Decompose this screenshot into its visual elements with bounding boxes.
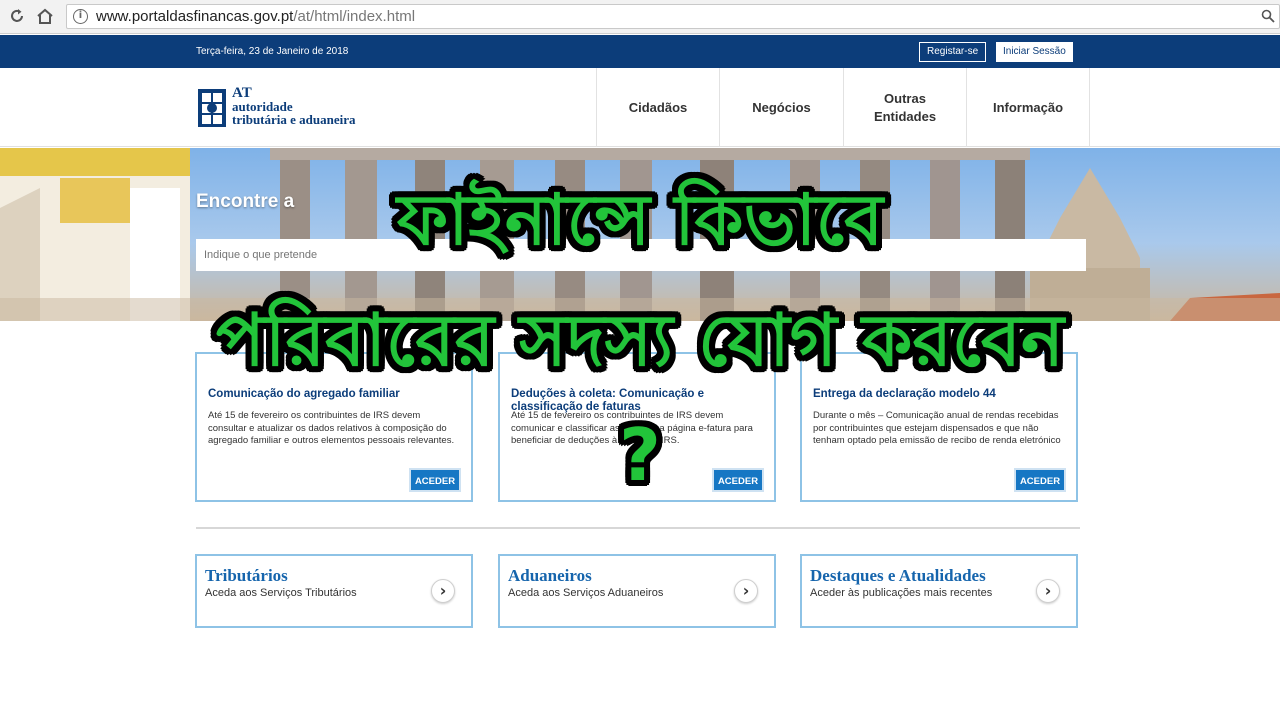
chevron-right-icon[interactable]: › [431, 579, 455, 603]
overlay-title-line1: ফাইনান্সে কিভাবে [396, 179, 884, 261]
section-divider [196, 527, 1080, 529]
service-title: Destaques e Atualidades [810, 566, 986, 585]
home-icon[interactable] [34, 5, 56, 27]
service-title: Aduaneiros [508, 566, 592, 585]
top-bar: Terça-feira, 23 de Janeiro de 2018 Regis… [0, 35, 1280, 68]
service-subtitle: Aceder às publicações mais recentes [810, 587, 993, 599]
url-path: /at/html/index.html [293, 8, 416, 25]
chevron-right-icon[interactable]: › [1036, 579, 1060, 603]
service-subtitle: Aceda aos Serviços Aduaneiros [508, 587, 664, 599]
logo-emblem-icon [198, 89, 226, 127]
current-date: Terça-feira, 23 de Janeiro de 2018 [196, 46, 349, 57]
chevron-right-icon[interactable]: › [734, 579, 758, 603]
nav-item-negocios[interactable]: Negócios [719, 68, 843, 147]
nav-item-outras-entidades[interactable]: Outras Entidades [843, 68, 966, 147]
site-logo[interactable]: AT autoridade tributária e aduaneira [196, 85, 356, 131]
site-header: AT autoridade tributária e aduaneira Cid… [0, 68, 1280, 147]
nav-item-informacao[interactable]: Informação [966, 68, 1090, 147]
logo-line2: tributária e aduaneira [232, 112, 356, 127]
login-button[interactable]: Iniciar Sessão [996, 42, 1073, 62]
nav-item-cidadaos[interactable]: Cidadãos [596, 68, 719, 147]
logo-text: AT autoridade tributária e aduaneira [232, 85, 356, 127]
zoom-icon[interactable] [1261, 9, 1275, 27]
address-bar[interactable]: i www.portaldasfinancas.gov.pt/at/html/i… [66, 4, 1280, 29]
service-card-tributarios[interactable]: Tributários Aceda aos Serviços Tributári… [195, 554, 473, 628]
browser-toolbar: i www.portaldasfinancas.gov.pt/at/html/i… [0, 0, 1280, 34]
register-button[interactable]: Registar-se [919, 42, 987, 62]
overlay-title-line2: পরিবারের সদস্য যোগ করবেন [216, 298, 1064, 382]
url-text: www.portaldasfinancas.gov.pt/at/html/ind… [96, 8, 415, 25]
info-icon[interactable]: i [73, 9, 88, 24]
overlay-question-mark: ? [619, 413, 661, 497]
service-title: Tributários [205, 566, 288, 585]
service-card-aduaneiros[interactable]: Aduaneiros Aceda aos Serviços Aduaneiros… [498, 554, 776, 628]
main-nav: Cidadãos Negócios Outras Entidades Infor… [596, 68, 1090, 147]
service-subtitle: Aceda aos Serviços Tributários [205, 587, 357, 599]
url-host: www.portaldasfinancas.gov.pt [96, 8, 294, 25]
back-arrow-icon[interactable] [6, 5, 28, 27]
service-card-destaques[interactable]: Destaques e Atualidades Aceder às public… [800, 554, 1078, 628]
